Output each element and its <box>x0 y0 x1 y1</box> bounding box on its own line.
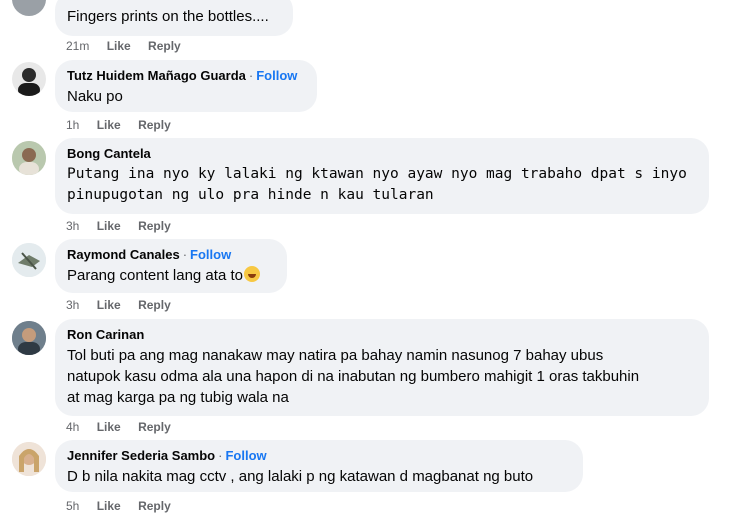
separator-dot: · <box>248 68 254 83</box>
comment-text-line: Putang ina nyo ky lalaki ng ktawan nyo a… <box>67 166 687 182</box>
comment-author: Jennifer Sederia Sambo · Follow <box>67 448 571 464</box>
comment-meta: 3h Like Reply <box>66 298 185 312</box>
like-button[interactable]: Like <box>107 39 131 53</box>
comment-meta: 5h Like Reply <box>66 499 185 513</box>
separator-dot: · <box>218 448 223 463</box>
avatar-image <box>12 321 46 355</box>
follow-button[interactable]: Follow <box>225 448 266 463</box>
avatar[interactable] <box>12 62 46 96</box>
avatar[interactable] <box>12 0 46 16</box>
comment-meta: 4h Like Reply <box>66 420 185 434</box>
author-name[interactable]: Ron Carinan <box>67 327 144 342</box>
comment-text-line: at mag karga pa ng tubig wala na <box>67 389 289 406</box>
reply-button[interactable]: Reply <box>148 39 181 53</box>
like-button[interactable]: Like <box>97 298 121 312</box>
comment-time[interactable]: 5h <box>66 499 79 513</box>
comment-meta: 1h Like Reply <box>66 118 185 132</box>
comment-text: Fingers prints on the bottles.... <box>67 8 269 25</box>
avatar-image <box>18 68 40 96</box>
comment-text: Tol buti pa ang mag nanakaw may natira p… <box>67 345 697 408</box>
author-name[interactable]: Tutz Huidem Mañago Guarda <box>67 68 246 83</box>
comment-author: Raymond Canales · Follow <box>67 247 275 263</box>
comment-bubble: Jennifer Sederia Sambo · Follow D b nila n… <box>55 440 583 492</box>
avatar-image <box>12 442 46 476</box>
comment-author: Bong Cantela <box>67 146 697 162</box>
reply-button[interactable]: Reply <box>138 219 171 233</box>
comment-time[interactable]: 21m <box>66 39 89 53</box>
reply-button[interactable]: Reply <box>138 420 171 434</box>
rolling-on-floor-laughing-emoji <box>243 266 260 282</box>
comment-time[interactable]: 1h <box>66 118 79 132</box>
avatar[interactable] <box>12 321 46 355</box>
comment-meta: 3h Like Reply <box>66 219 185 233</box>
comment-time[interactable]: 3h <box>66 298 79 312</box>
comment-time[interactable]: 4h <box>66 420 79 434</box>
like-button[interactable]: Like <box>97 499 121 513</box>
comment-author: Ron Carinan <box>67 327 697 343</box>
separator-dot: · <box>182 247 188 262</box>
author-name[interactable]: Jennifer Sederia Sambo <box>67 448 215 463</box>
follow-button[interactable]: Follow <box>256 68 297 83</box>
comment-text-line: Tol buti pa ang mag nanakaw may natira p… <box>67 347 604 364</box>
comment-bubble: Raymond Canales · Follow Parang content la… <box>55 239 287 293</box>
comment-text-body: Parang content lang ata to <box>67 267 243 284</box>
comment-bubble: Ron Carinan Tol buti pa ang mag nanakaw … <box>55 319 709 416</box>
avatar-image <box>12 243 46 277</box>
comment-bubble: Fingers prints on the bottles.... <box>55 0 293 36</box>
comment-text: Naku po <box>67 88 123 105</box>
comment-author: Tutz Huidem Mañago Guarda · Follow <box>67 68 305 84</box>
reply-button[interactable]: Reply <box>138 118 171 132</box>
author-name[interactable]: Raymond Canales <box>67 247 180 262</box>
comment-bubble: Tutz Huidem Mañago Guarda · Follow Naku po <box>55 60 317 112</box>
comment-text: Parang content lang ata to <box>67 265 275 286</box>
like-button[interactable]: Like <box>97 420 121 434</box>
avatar-image <box>12 141 46 175</box>
comment-text-line: natupok kasu odma ala una hapon di na in… <box>67 368 640 385</box>
author-name[interactable]: Bong Cantela <box>67 146 151 161</box>
avatar[interactable] <box>12 141 46 175</box>
reply-button[interactable]: Reply <box>138 499 171 513</box>
comment-text: Putang ina nyo ky lalaki ng ktawan nyo a… <box>67 164 697 206</box>
follow-button[interactable]: Follow <box>190 247 231 262</box>
comment-text-line: pinupugotan ng ulo pra hinde n kau tular… <box>67 187 434 203</box>
comment-text: D b nila nakita mag cctv , ang lalaki p … <box>67 468 534 485</box>
avatar[interactable] <box>12 442 46 476</box>
comment-bubble: Bong Cantela Putang ina nyo ky lalaki ng… <box>55 138 709 214</box>
comment-meta: 21m Like Reply <box>66 39 195 53</box>
like-button[interactable]: Like <box>97 219 121 233</box>
comment-time[interactable]: 3h <box>66 219 79 233</box>
like-button[interactable]: Like <box>97 118 121 132</box>
reply-button[interactable]: Reply <box>138 298 171 312</box>
avatar[interactable] <box>12 243 46 277</box>
